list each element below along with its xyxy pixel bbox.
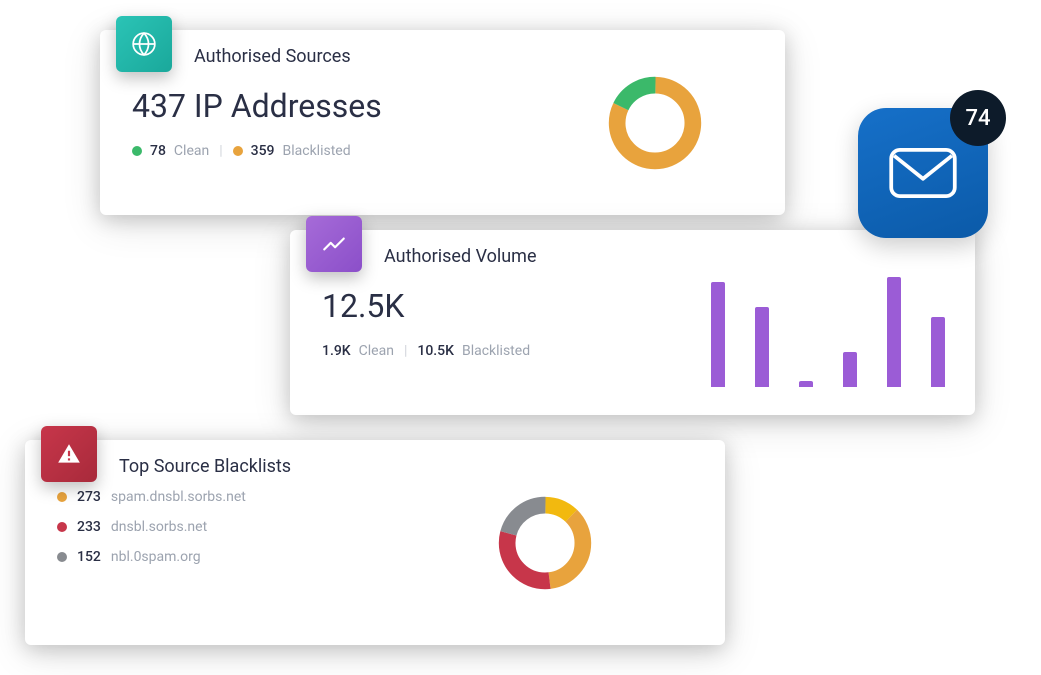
bar <box>755 307 769 387</box>
clean-label: Clean <box>359 343 394 359</box>
item-count: 152 <box>77 549 101 565</box>
separator: | <box>404 343 407 359</box>
blacklist-item: 273 spam.dnsbl.sorbs.net <box>57 489 693 505</box>
bar <box>843 352 857 387</box>
warning-icon <box>41 426 97 482</box>
mail-count-badge: 74 <box>950 90 1006 146</box>
clean-count: 1.9K <box>322 343 351 359</box>
item-domain: nbl.0spam.org <box>111 549 201 565</box>
globe-icon <box>116 16 172 72</box>
blacklists-donut-chart <box>495 493 595 593</box>
separator: | <box>219 143 222 159</box>
sources-donut-chart <box>605 73 705 173</box>
authorised-volume-card: Authorised Volume 12.5K 1.9K Clean | 10.… <box>290 230 975 415</box>
item-domain: dnsbl.sorbs.net <box>111 519 207 535</box>
item-domain: spam.dnsbl.sorbs.net <box>111 489 246 505</box>
item-dot <box>57 552 67 562</box>
blacklist-list: 273 spam.dnsbl.sorbs.net 233 dnsbl.sorbs… <box>57 489 693 565</box>
card-title: Authorised Volume <box>384 246 943 267</box>
clean-dot <box>132 146 142 156</box>
bar <box>711 282 725 387</box>
blacklisted-dot <box>233 146 243 156</box>
blacklisted-count: 359 <box>251 143 275 159</box>
top-blacklists-card: Top Source Blacklists 273 spam.dnsbl.sor… <box>25 440 725 645</box>
mail-icon <box>887 147 959 199</box>
blacklisted-label: Blacklisted <box>283 143 351 159</box>
bar <box>799 381 813 387</box>
blacklisted-count: 10.5K <box>417 343 454 359</box>
bar <box>931 317 945 387</box>
item-dot <box>57 492 67 502</box>
item-count: 233 <box>77 519 101 535</box>
volume-bar-chart <box>711 267 945 387</box>
bar <box>887 277 901 387</box>
authorised-sources-card: Authorised Sources 437 IP Addresses 78 C… <box>100 30 785 215</box>
blacklist-item: 152 nbl.0spam.org <box>57 549 693 565</box>
item-dot <box>57 522 67 532</box>
card-title: Top Source Blacklists <box>119 456 693 477</box>
mail-widget[interactable]: 74 <box>858 108 988 238</box>
card-title: Authorised Sources <box>194 46 753 67</box>
blacklisted-label: Blacklisted <box>462 343 530 359</box>
clean-count: 78 <box>150 143 166 159</box>
trend-icon <box>306 216 362 272</box>
item-count: 273 <box>77 489 101 505</box>
blacklist-item: 233 dnsbl.sorbs.net <box>57 519 693 535</box>
clean-label: Clean <box>174 143 209 159</box>
